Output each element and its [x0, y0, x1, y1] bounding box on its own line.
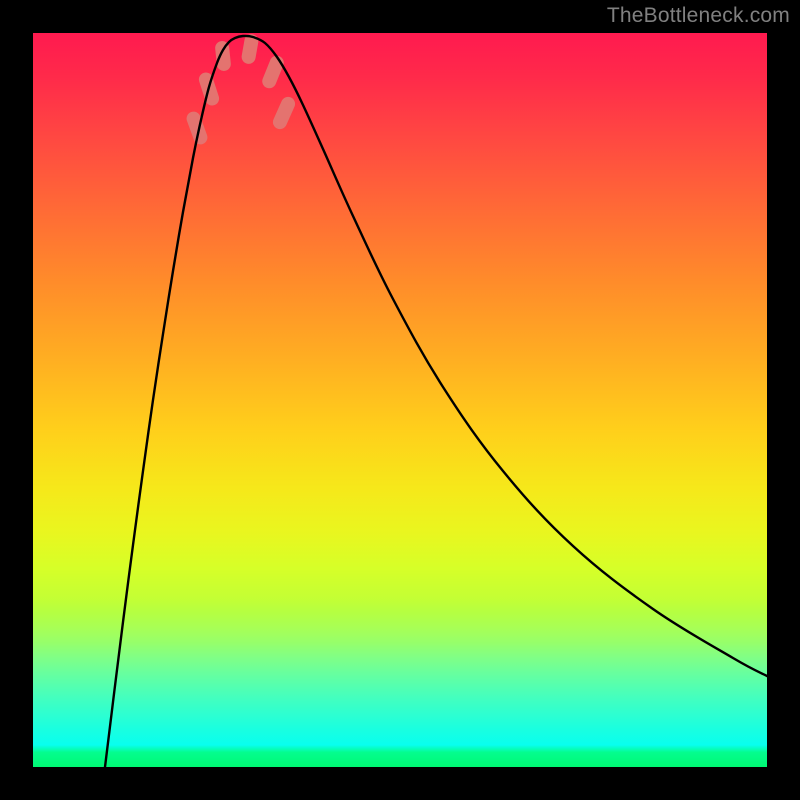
watermark-text: TheBottleneck.com [607, 4, 790, 28]
chart-svg [33, 33, 767, 767]
marker-group [185, 33, 298, 146]
curve-marker-2 [214, 40, 231, 71]
plot-area [33, 33, 767, 767]
main-curve [105, 36, 767, 767]
curve-marker-5 [271, 95, 298, 132]
chart-stage: TheBottleneck.com [0, 0, 800, 800]
curve-marker-4 [260, 54, 286, 91]
